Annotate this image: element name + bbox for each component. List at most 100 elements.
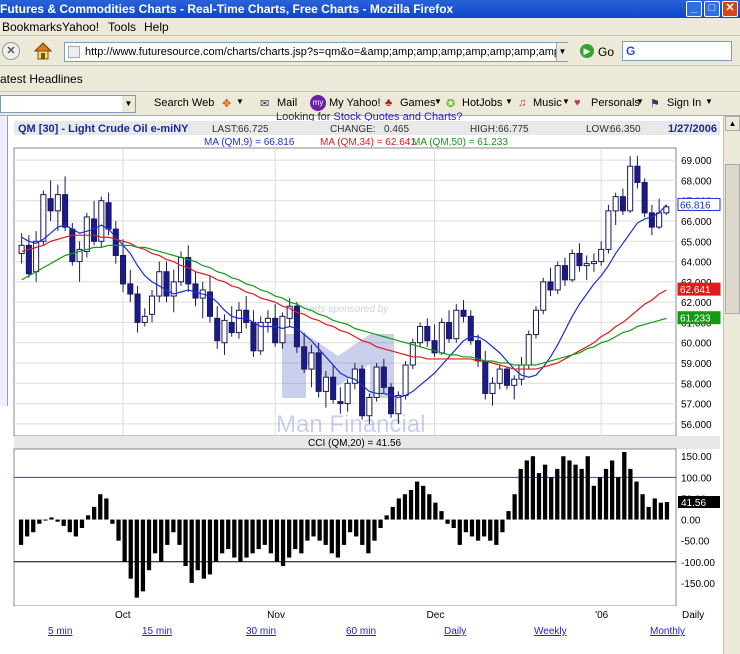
sign-in-button[interactable]: Sign In <box>667 97 701 109</box>
cci-bar <box>634 481 639 520</box>
change-value: 0.465 <box>384 124 409 135</box>
cci-bar <box>482 519 487 537</box>
price-tag-value: 61.233 <box>680 314 711 325</box>
yahoo-search-input[interactable] <box>0 95 136 113</box>
candle-body <box>308 352 315 370</box>
cci-bar <box>110 519 115 524</box>
chart-date: 1/27/2006 <box>668 123 717 135</box>
interval-tab-3[interactable]: 60 min <box>346 626 376 637</box>
candle-body <box>612 196 619 212</box>
sign-in-chevron-icon[interactable]: ▼ <box>705 97 713 106</box>
interval-tab-0[interactable]: 5 min <box>48 626 72 637</box>
cci-bar <box>25 519 30 537</box>
cci-bar <box>122 519 127 562</box>
cci-tick-label: 100.00 <box>681 473 712 484</box>
url-dropdown-arrow[interactable]: ▼ <box>556 43 568 61</box>
candle-body <box>69 228 76 263</box>
x-axis-strip <box>14 606 676 622</box>
candle-body <box>576 252 583 267</box>
candle-body <box>424 325 431 342</box>
mail-button[interactable]: Mail <box>277 97 297 109</box>
x-tick-label: Nov <box>267 610 285 621</box>
cci-bar <box>250 519 255 554</box>
cci-label: CCI (QM,20) = 41.56 <box>308 438 402 449</box>
interval-tab-1[interactable]: 15 min <box>142 626 172 637</box>
candle-body <box>33 240 40 273</box>
cci-bar <box>542 464 548 520</box>
candle-body <box>322 376 329 392</box>
minimize-button[interactable]: _ <box>686 1 702 17</box>
last-label: LAST: <box>212 124 239 135</box>
navigation-bar: ✕ http://www.futuresource.com/charts/cha… <box>0 36 740 66</box>
my-yahoo-button[interactable]: My Yahoo! <box>329 97 381 109</box>
hotjobs-button[interactable]: HotJobs <box>462 97 502 109</box>
hotjobs-chevron-icon[interactable]: ▼ <box>505 97 513 106</box>
cci-bar <box>445 519 450 524</box>
cci-bar <box>664 502 670 520</box>
candle-body <box>402 364 409 396</box>
x-tick-label: Dec <box>427 610 445 621</box>
address-bar[interactable]: http://www.futuresource.com/charts/chart… <box>64 42 568 62</box>
cci-bar <box>396 498 401 520</box>
personals-chevron-icon[interactable]: ▼ <box>636 97 644 106</box>
candle-body <box>634 165 641 183</box>
scroll-up-arrow[interactable]: ▲ <box>725 116 740 131</box>
candle-body <box>40 194 47 242</box>
vertical-scrollbar[interactable]: ▲ <box>723 116 740 654</box>
candle-body <box>619 196 626 212</box>
maximize-button[interactable]: □ <box>704 1 720 17</box>
options-chevron-icon[interactable]: ▼ <box>236 97 244 106</box>
menu-yahoo[interactable]: Yahoo! <box>62 20 99 34</box>
cci-bar <box>341 519 347 545</box>
candle-body <box>301 346 308 370</box>
interval-tab-4[interactable]: Daily <box>444 626 466 637</box>
chart-area: QM [30] - Light Crude Oil e-miNY LAST: 6… <box>13 121 721 637</box>
cci-tick-label: -100.00 <box>681 558 715 569</box>
stop-icon[interactable]: ✕ <box>2 42 20 60</box>
yahoo-options-icon[interactable]: ✥ <box>222 97 231 110</box>
candle-body <box>47 198 54 212</box>
cci-bar <box>226 519 231 550</box>
menu-help[interactable]: Help <box>144 20 169 34</box>
menu-bar: Bookmarks Yahoo! Tools Help <box>0 18 740 36</box>
menu-bookmarks[interactable]: Bookmarks <box>2 20 62 34</box>
candle-body <box>185 257 192 285</box>
menu-tools[interactable]: Tools <box>108 20 136 34</box>
interval-tab-2[interactable]: 30 min <box>246 626 276 637</box>
interval-tab-6[interactable]: Monthly <box>650 626 685 637</box>
music-chevron-icon[interactable]: ▼ <box>562 97 570 106</box>
interval-tab-5[interactable]: Weekly <box>534 626 567 637</box>
yahoo-search-dropdown[interactable]: ▼ <box>122 96 135 112</box>
home-icon[interactable] <box>32 40 54 62</box>
cci-bar <box>439 511 444 520</box>
cci-axis: 150.00100.0050.000.00-50.00-100.00-150.0… <box>678 452 720 590</box>
scroll-thumb[interactable] <box>725 164 740 314</box>
cci-last-value: 41.56 <box>681 498 706 509</box>
cci-bar <box>524 460 529 520</box>
candle-body <box>214 317 221 342</box>
candle-body <box>409 342 416 366</box>
games-button[interactable]: Games <box>400 97 435 109</box>
games-chevron-icon[interactable]: ▼ <box>434 97 442 106</box>
cci-bar <box>567 460 572 520</box>
cci-bar <box>183 519 188 566</box>
music-button[interactable]: Music <box>533 97 562 109</box>
cci-bar <box>98 494 103 520</box>
candle-body <box>337 401 344 405</box>
close-window-button[interactable]: ✕ <box>722 1 738 17</box>
cci-bar <box>457 519 462 545</box>
go-button[interactable]: Go <box>598 45 614 59</box>
candle-body <box>112 228 119 256</box>
cci-bar <box>500 519 505 533</box>
candle-body <box>228 321 235 334</box>
page-icon <box>68 46 80 58</box>
price-tick-label: 66.000 <box>681 217 712 228</box>
cci-bar <box>494 519 499 545</box>
search-web-button[interactable]: Search Web <box>154 97 214 109</box>
ma34-label: MA (QM,34) = 62.641 <box>320 137 416 148</box>
personals-button[interactable]: Personals <box>591 97 640 109</box>
latest-headlines-link[interactable]: atest Headlines <box>0 72 83 86</box>
search-input[interactable]: G <box>622 41 732 61</box>
go-icon[interactable]: ▶ <box>580 44 594 58</box>
watermark-brand: Man Financial <box>276 411 425 438</box>
